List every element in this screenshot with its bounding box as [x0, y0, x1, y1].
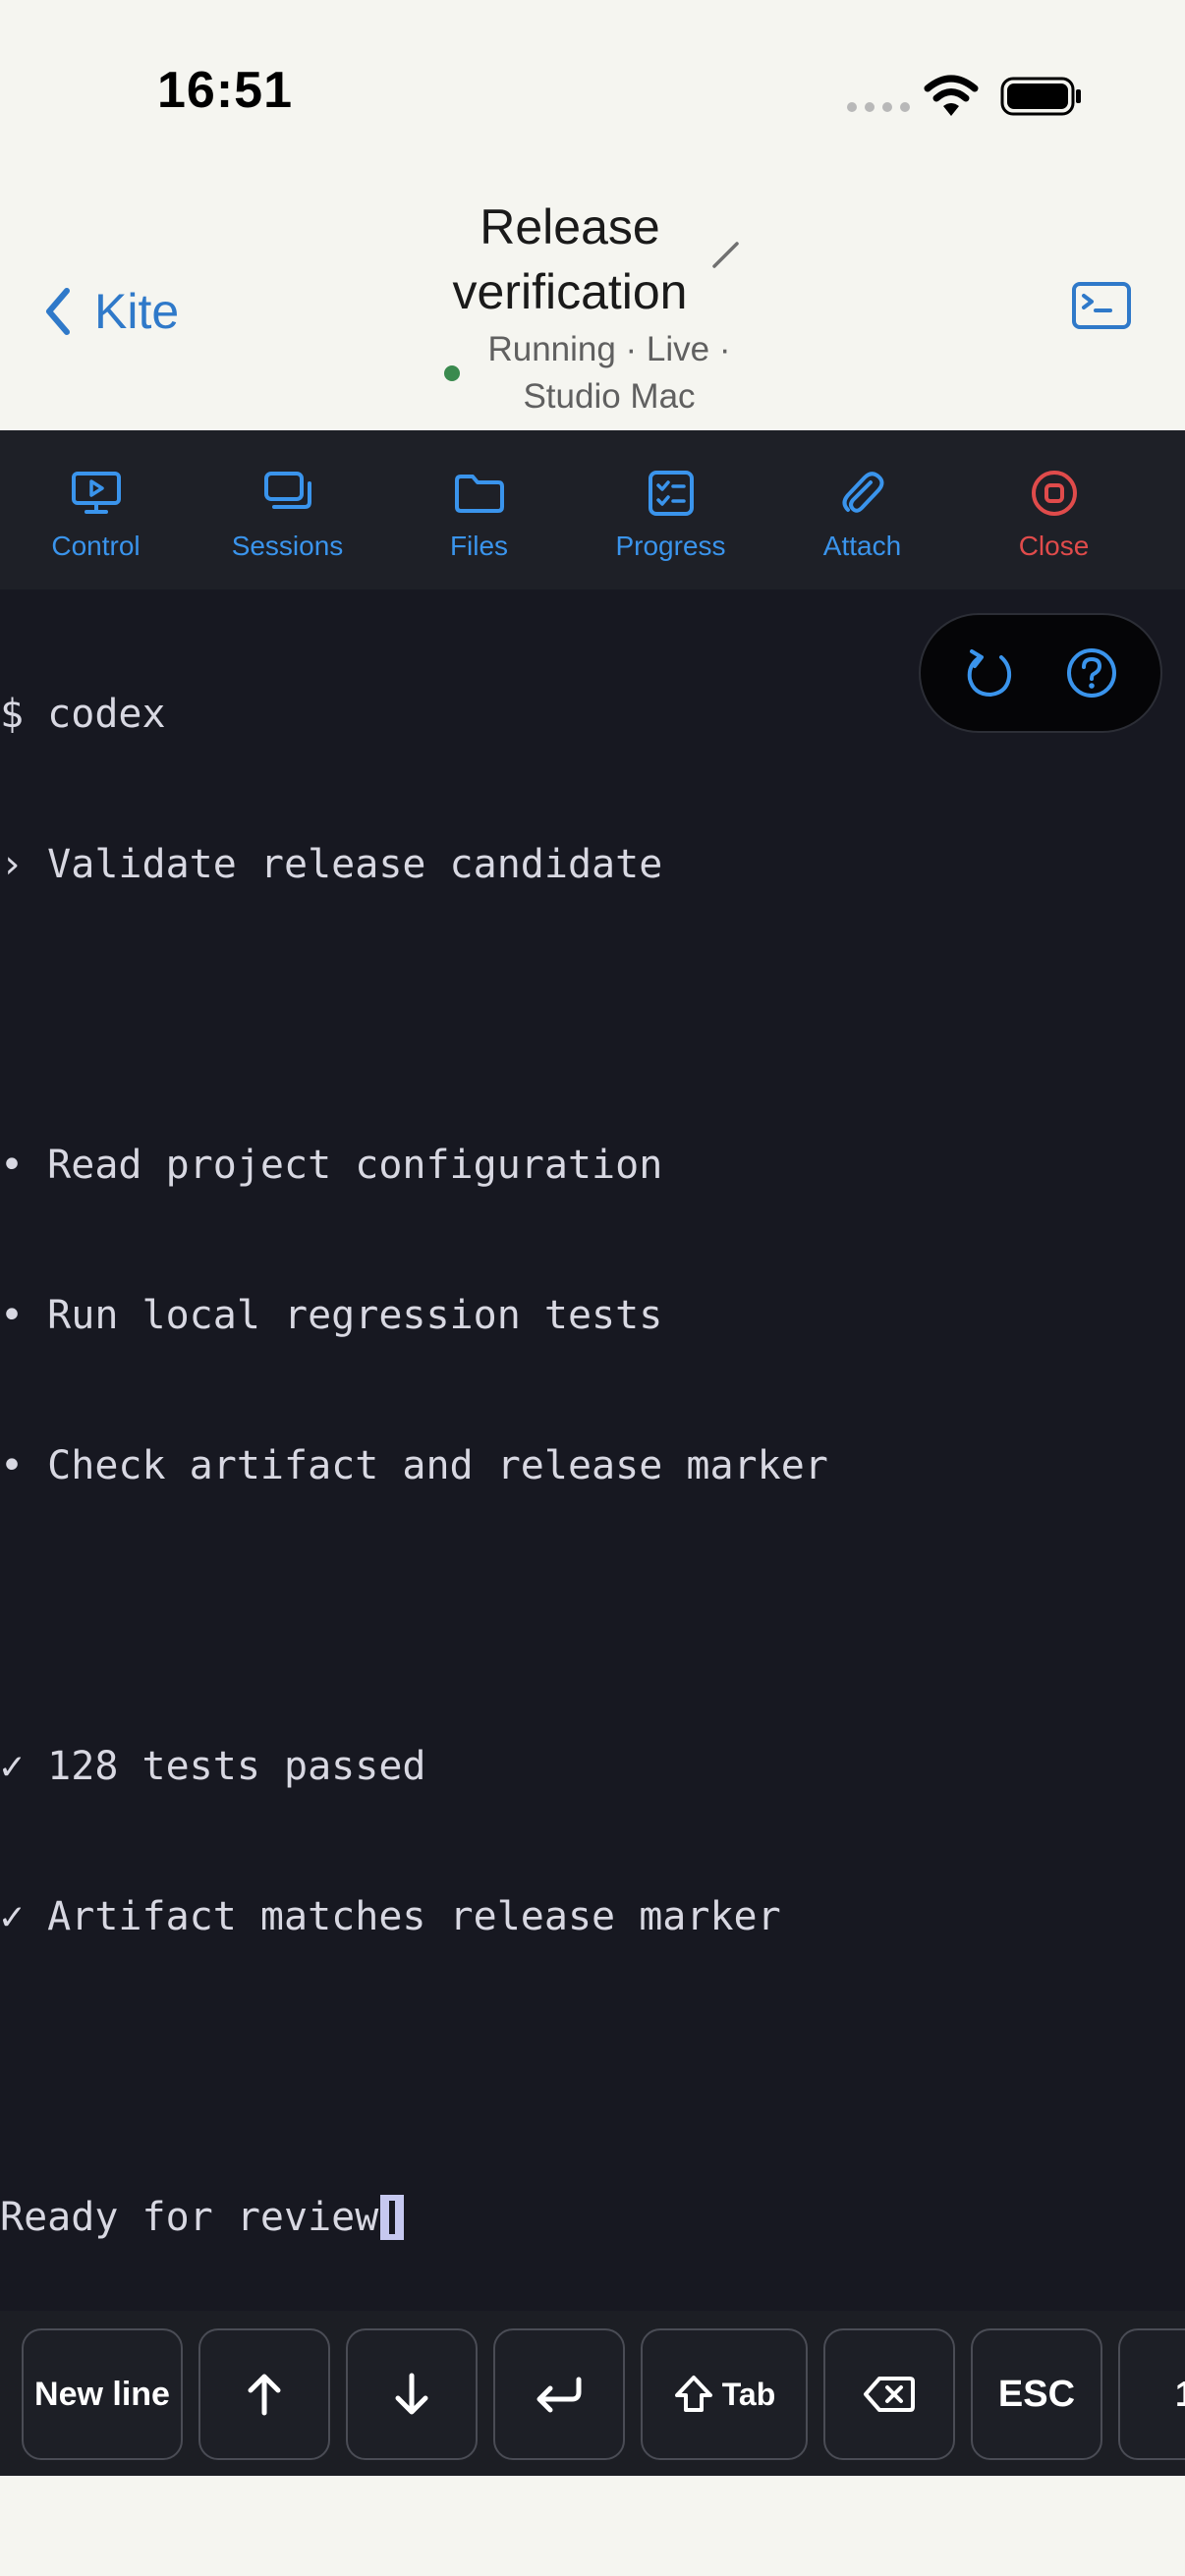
return-icon: [536, 2377, 582, 2413]
action-toolbar: Control Sessions Files Progress Attach C…: [0, 430, 1185, 589]
number-key-label: 1: [1175, 2374, 1185, 2415]
files-button[interactable]: Files: [383, 430, 575, 589]
terminal-line: Ready for review: [0, 2195, 379, 2240]
terminal-output: $ codex › Validate release candidate • R…: [0, 589, 828, 2343]
progress-button[interactable]: Progress: [575, 430, 766, 589]
terminal-icon[interactable]: [1071, 281, 1132, 330]
paperclip-icon: [842, 472, 883, 513]
back-button[interactable]: Kite: [43, 283, 179, 340]
session-status: Running · Live · Studio Mac: [432, 326, 786, 420]
shift-tab-key[interactable]: Tab: [641, 2328, 808, 2460]
status-line-2: Studio Mac: [523, 377, 696, 416]
files-label: Files: [449, 531, 509, 561]
arrow-up-icon: [248, 2374, 281, 2416]
title-line-1: Release: [480, 199, 660, 254]
terminal-line: • Run local regression tests: [0, 1293, 663, 1338]
arrow-down-icon: [395, 2373, 428, 2415]
refresh-icon[interactable]: [964, 645, 1015, 700]
esc-label: ESC: [997, 2373, 1076, 2415]
status-bar: 16:51: [0, 0, 1185, 187]
title-line-2: verification: [452, 264, 688, 319]
attach-label: Attach: [822, 531, 902, 561]
shift-icon: [674, 2376, 712, 2412]
terminal-line: $ codex: [0, 692, 166, 737]
new-line-label: New line: [34, 2375, 170, 2413]
close-button[interactable]: Close: [958, 430, 1150, 589]
tab-label: Tab: [721, 2376, 776, 2412]
status-dot: [444, 365, 460, 381]
arrow-up-key[interactable]: [198, 2328, 330, 2460]
status-time: 16:51: [157, 62, 293, 119]
edit-pencil-icon[interactable]: [711, 240, 741, 269]
delete-key[interactable]: [823, 2328, 955, 2460]
session-title[interactable]: Release verification: [373, 195, 766, 324]
stacked-windows-icon: [263, 472, 311, 509]
arrow-down-key[interactable]: [346, 2328, 478, 2460]
return-key[interactable]: [493, 2328, 625, 2460]
stop-circle-icon: [1031, 471, 1077, 516]
status-line-1: Running · Live ·: [487, 330, 731, 368]
home-indicator-area: [0, 2476, 1185, 2576]
floating-actions: [919, 613, 1162, 733]
wifi-icon: [924, 75, 979, 116]
escape-key[interactable]: ESC: [971, 2328, 1102, 2460]
monitor-play-icon: [71, 472, 121, 514]
terminal-line: • Read project configuration: [0, 1143, 663, 1188]
terminal-view[interactable]: $ codex › Validate release candidate • R…: [0, 589, 1185, 2311]
progress-label: Progress: [615, 531, 726, 561]
navigation-header: Kite Release verification Running · Live…: [0, 187, 1185, 430]
text-cursor: [380, 2195, 405, 2240]
keyboard-accessory-bar: New line Tab ESC 1: [0, 2311, 1185, 2476]
sessions-button[interactable]: Sessions: [192, 430, 383, 589]
chevron-left-icon: [46, 288, 70, 335]
folder-icon: [454, 475, 504, 513]
control-button[interactable]: Control: [0, 430, 192, 589]
number-key[interactable]: 1: [1118, 2328, 1185, 2460]
sessions-label: Sessions: [231, 531, 344, 561]
back-label: Kite: [94, 284, 180, 339]
help-icon[interactable]: [1065, 646, 1118, 700]
checklist-icon: [648, 471, 694, 516]
terminal-line: ✓ Artifact matches release marker: [0, 1894, 781, 1939]
battery-icon: [1000, 77, 1081, 116]
cellular-signal-icon: [847, 102, 910, 112]
terminal-line: › Validate release candidate: [0, 842, 663, 887]
new-line-key[interactable]: New line: [22, 2328, 183, 2460]
close-label: Close: [1018, 531, 1090, 561]
terminal-line: ✓ 128 tests passed: [0, 1744, 426, 1789]
terminal-prompt-line: Ready for review: [0, 2193, 828, 2243]
attach-button[interactable]: Attach: [766, 430, 958, 589]
control-label: Control: [51, 531, 141, 561]
terminal-line: • Check artifact and release marker: [0, 1443, 828, 1488]
delete-backward-icon: [864, 2377, 915, 2412]
